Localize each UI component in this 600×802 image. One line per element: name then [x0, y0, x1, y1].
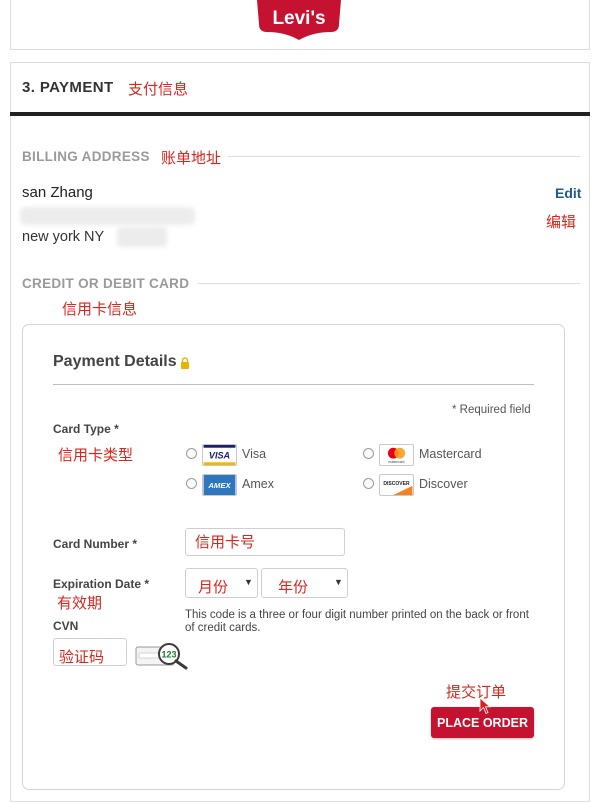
amex-radio[interactable] [186, 478, 197, 489]
chevron-down-icon: ▼ [244, 577, 253, 587]
submit-order-annotation: 提交订单 [446, 683, 507, 701]
svg-text:123: 123 [161, 650, 176, 660]
redacted-zip [117, 227, 167, 247]
discover-logo-icon: DISCOVER [379, 474, 414, 496]
billing-name: san Zhang [22, 184, 93, 201]
month-annotation: 月份 [198, 578, 229, 596]
billing-divider [228, 156, 580, 157]
svg-text:VISA: VISA [209, 451, 230, 461]
visa-radio[interactable] [186, 448, 197, 459]
svg-text:DISCOVER: DISCOVER [383, 481, 410, 487]
card-number-label: Card Number * [53, 537, 138, 551]
edit-annotation: 编辑 [546, 213, 577, 231]
cvn-annotation: 验证码 [59, 648, 105, 666]
cvn-label: CVN [53, 619, 79, 633]
svg-text:AMEX: AMEX [207, 481, 231, 490]
redacted-address-line [20, 207, 195, 225]
cvn-magnifier-icon: 123 [135, 643, 188, 670]
visa-logo-icon: VISA [202, 444, 237, 466]
mastercard-logo-icon: mastercard [379, 444, 414, 466]
discover-radio[interactable] [363, 478, 374, 489]
card-type-annotation: 信用卡类型 [58, 446, 134, 464]
mouse-cursor-icon [479, 697, 491, 715]
section-title-annotation: 支付信息 [128, 80, 189, 98]
section-divider [10, 112, 590, 116]
logo-text: Levi's [272, 8, 325, 29]
levis-logo[interactable]: Levi's ® [253, 0, 345, 40]
mastercard-label: Mastercard [419, 447, 482, 461]
section-title: 3. PAYMENT [22, 79, 114, 96]
credit-card-divider [198, 283, 580, 284]
billing-address-annotation: 账单地址 [161, 149, 222, 167]
required-field-note: * Required field [452, 404, 531, 416]
card-type-label: Card Type * [53, 422, 119, 436]
edit-billing-link[interactable]: Edit [555, 185, 581, 201]
billing-address-heading: BILLING ADDRESS [22, 149, 150, 164]
cvn-help-text: This code is a three or four digit numbe… [185, 609, 529, 634]
amex-label: Amex [242, 477, 274, 491]
expiration-annotation: 有效期 [57, 594, 103, 612]
svg-text:mastercard: mastercard [389, 460, 405, 464]
registered-mark: ® [332, 2, 340, 13]
amex-logo-icon: AMEX [202, 474, 237, 496]
billing-city-line: new york NY [22, 229, 105, 245]
year-annotation: 年份 [278, 578, 309, 596]
expiration-date-label: Expiration Date * [53, 577, 150, 591]
chevron-down-icon: ▼ [334, 577, 343, 587]
payment-details-divider [53, 384, 534, 385]
credit-card-heading: CREDIT OR DEBIT CARD [22, 276, 190, 291]
visa-label: Visa [242, 447, 267, 461]
lock-icon [181, 357, 189, 369]
mastercard-radio[interactable] [363, 448, 374, 459]
credit-card-annotation: 信用卡信息 [62, 300, 138, 318]
card-number-annotation: 信用卡号 [195, 533, 256, 551]
payment-details-title: Payment Details [53, 353, 177, 370]
discover-label: Discover [419, 477, 468, 491]
